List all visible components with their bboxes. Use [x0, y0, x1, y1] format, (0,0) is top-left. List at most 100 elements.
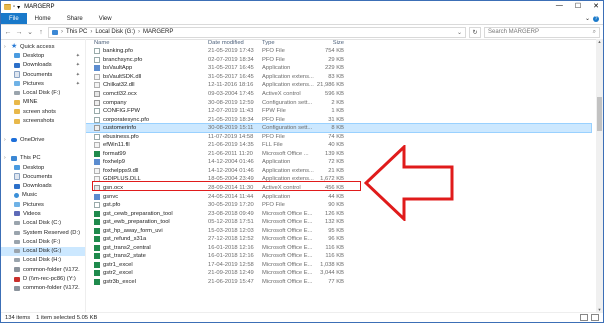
- refresh-icon[interactable]: ↻: [469, 26, 481, 38]
- nav-item[interactable]: System Reserved (D:): [1, 228, 85, 237]
- expand-chevron-icon[interactable]: ›: [4, 44, 8, 50]
- nav-item[interactable]: Videos: [1, 209, 85, 218]
- expand-chevron-icon[interactable]: ›: [4, 137, 8, 143]
- tab-file[interactable]: File: [1, 13, 27, 24]
- file-date: 21-06-2019 15:47: [208, 279, 254, 286]
- nav-item[interactable]: Music: [1, 191, 85, 200]
- dropdown-icon[interactable]: ▾: [17, 4, 20, 11]
- file-row[interactable]: bsVaultApp 31-05-2017 16:45 Application 229…: [86, 64, 591, 73]
- quick-access-toolbar[interactable]: ▫ ▾: [4, 4, 20, 11]
- nav-item[interactable]: Local Disk (F:): [1, 88, 85, 97]
- file-row[interactable]: branchsync.pfo 02-07-2019 18:34 PFO File 29…: [86, 56, 591, 65]
- dll-file-icon: [94, 167, 100, 174]
- breadcrumb-folder[interactable]: MARGERP: [143, 29, 173, 35]
- file-row[interactable]: company 30-08-2019 12:59 Configuration set…: [86, 98, 591, 107]
- large-icons-view-icon[interactable]: [591, 314, 599, 321]
- file-row[interactable]: foxhelpps9.dll 14-12-2004 01:46 Applicatio…: [86, 167, 591, 176]
- file-row[interactable]: corporatesync.pfo 21-05-2019 18:34 PFO Fil…: [86, 115, 591, 124]
- nav-item[interactable]: MINE: [1, 98, 85, 107]
- nav-item[interactable]: Downloads: [1, 181, 85, 190]
- nav-item[interactable]: Desktop: [1, 163, 85, 172]
- file-row[interactable]: Chilkat32.dll 12-11-2016 18:16 Application…: [86, 81, 591, 90]
- nav-item-label: Documents: [23, 173, 53, 180]
- nav-item[interactable]: Local Disk (F:): [1, 237, 85, 246]
- file-row[interactable]: gst_hp_away_form_uvi 15-03-2018 12:03 Micr…: [86, 226, 591, 235]
- file-size: 2 KB: [331, 99, 344, 106]
- nav-item[interactable]: screen shots: [1, 107, 85, 116]
- file-name-cell: foxhelp9: [94, 159, 125, 166]
- recent-locations-icon[interactable]: ⌄: [26, 28, 34, 36]
- file-row[interactable]: gst_refund_s31a 27-12-2018 12:52 Microsoft…: [86, 235, 591, 244]
- file-row[interactable]: ebusiness.pfo 11-07-2019 14:58 PFO File 74 …: [86, 132, 591, 141]
- file-row[interactable]: comctl32.ocx 09-03-2004 17:45 ActiveX cont…: [86, 90, 591, 99]
- properties-icon[interactable]: ▫: [13, 4, 15, 10]
- pfo-file-icon: [94, 116, 100, 123]
- tab-home[interactable]: Home: [27, 13, 59, 24]
- details-view-icon[interactable]: [580, 314, 588, 321]
- file-row[interactable]: gst_cewb_preparation_tool 23-08-2018 09:4…: [86, 209, 591, 218]
- nav-item[interactable]: Documents ✦: [1, 70, 85, 79]
- file-row[interactable]: customerinfo 30-08-2019 15:11 Configuratio…: [86, 122, 592, 134]
- nav-item[interactable]: Desktop ✦: [1, 51, 85, 60]
- breadcrumb-disk[interactable]: Local Disk (G:): [95, 29, 135, 35]
- nav-item[interactable]: › ★ Quick access: [1, 42, 85, 51]
- address-bar[interactable]: › This PC › Local Disk (G:) › MARGERP ⌄: [48, 26, 466, 38]
- tab-view[interactable]: View: [91, 13, 120, 24]
- nav-item[interactable]: Pictures: [1, 200, 85, 209]
- forward-icon[interactable]: →: [15, 29, 23, 36]
- nav-item[interactable]: Downloads ✦: [1, 61, 85, 70]
- scroll-thumb[interactable]: [597, 97, 602, 131]
- nav-item[interactable]: Local Disk (H:): [1, 256, 85, 265]
- search-input[interactable]: Search MARGERP ⌕: [484, 26, 600, 38]
- file-row[interactable]: bsVaultSDK.dll 31-05-2017 16:45 Applicatio…: [86, 73, 591, 82]
- nav-item[interactable]: D (\\m-rec-pc86) (Y:): [1, 274, 85, 283]
- file-type: PFO File: [262, 56, 285, 63]
- file-row[interactable]: gstr2_excel 21-09-2018 12:49 Microsoft Off…: [86, 269, 591, 278]
- file-row[interactable]: gstr1_excel 17-04-2019 12:58 Microsoft Off…: [86, 261, 591, 270]
- nav-item[interactable]: Pictures ✦: [1, 79, 85, 88]
- minimize-button[interactable]: —: [556, 2, 563, 10]
- file-row[interactable]: foxhelp9 14-12-2004 01:46 Application 72 KB: [86, 158, 591, 167]
- nav-item[interactable]: Documents: [1, 172, 85, 181]
- maximize-button[interactable]: ☐: [575, 2, 581, 10]
- nav-item[interactable]: screenshots: [1, 116, 85, 125]
- file-name: gsnvc: [103, 193, 119, 200]
- nav-item[interactable]: Local Disk (C:): [1, 219, 85, 228]
- nav-item[interactable]: Local Disk (G:): [1, 246, 85, 256]
- nav-item[interactable]: common-folder (\\172.: [1, 284, 85, 293]
- nav-item[interactable]: › This PC: [1, 154, 85, 163]
- search-placeholder: Search MARGERP: [488, 29, 540, 35]
- file-row[interactable]: gst_trans2_central 16-01-2018 12:16 Micros…: [86, 244, 591, 253]
- back-icon[interactable]: ←: [4, 29, 12, 36]
- up-icon[interactable]: ↑: [37, 29, 45, 36]
- file-name: comctl32.ocx: [103, 91, 137, 97]
- nav-item[interactable]: common-folder (\\172.: [1, 265, 85, 274]
- file-row[interactable]: efWin11.fll 21-06-2019 14:35 FLL File 40 KB: [86, 141, 591, 150]
- expand-chevron-icon[interactable]: ›: [4, 155, 8, 161]
- tab-share[interactable]: Share: [59, 13, 91, 24]
- column-size[interactable]: Size: [314, 40, 344, 46]
- help-icon[interactable]: ?: [593, 15, 599, 22]
- column-name[interactable]: Name: [94, 40, 109, 46]
- file-row[interactable]: gsnvc 24-05-2014 11:44 Application 44 KB: [86, 192, 591, 201]
- file-row[interactable]: gst.pfo 30-05-2019 17:20 PFO File 90 KB: [86, 201, 591, 210]
- vertical-scrollbar[interactable]: ▲ ▼: [596, 39, 603, 313]
- column-type[interactable]: Type: [262, 40, 275, 46]
- file-name: CONFIG.FPW: [103, 108, 141, 115]
- file-row[interactable]: format99 21-06-2011 11:20 Microsoft Office…: [86, 150, 591, 159]
- expand-ribbon-icon[interactable]: ⌄: [585, 15, 590, 22]
- file-row[interactable]: gst_trans2_state 16-01-2018 12:16 Microsof…: [86, 252, 591, 261]
- breadcrumb-this-pc[interactable]: This PC: [66, 29, 87, 35]
- column-date-modified[interactable]: Date modified: [208, 40, 244, 46]
- scroll-up-icon[interactable]: ▲: [596, 39, 603, 45]
- file-row[interactable]: banking.pfo 21-05-2019 17:43 PFO File 754 K…: [86, 47, 591, 56]
- nav-item[interactable]: › OneDrive: [1, 135, 85, 144]
- file-row[interactable]: CONFIG.FPW 12-07-2019 11:43 FPW File 1 KB: [86, 107, 591, 116]
- file-name-cell: corporatesync.pfo: [94, 116, 149, 123]
- close-button[interactable]: ✕: [593, 2, 599, 10]
- explorer-window: ▫ ▾ MARGERP — ☐ ✕ File Home Share View ⌄…: [0, 0, 604, 323]
- file-row[interactable]: gst_ewb_preparation_tool 05-12-2018 17:51…: [86, 218, 591, 227]
- address-dropdown-icon[interactable]: ⌄: [457, 29, 462, 36]
- file-row[interactable]: gstr3b_excel 21-06-2019 15:47 Microsoft Of…: [86, 278, 591, 287]
- cfg-file-icon: [94, 125, 100, 132]
